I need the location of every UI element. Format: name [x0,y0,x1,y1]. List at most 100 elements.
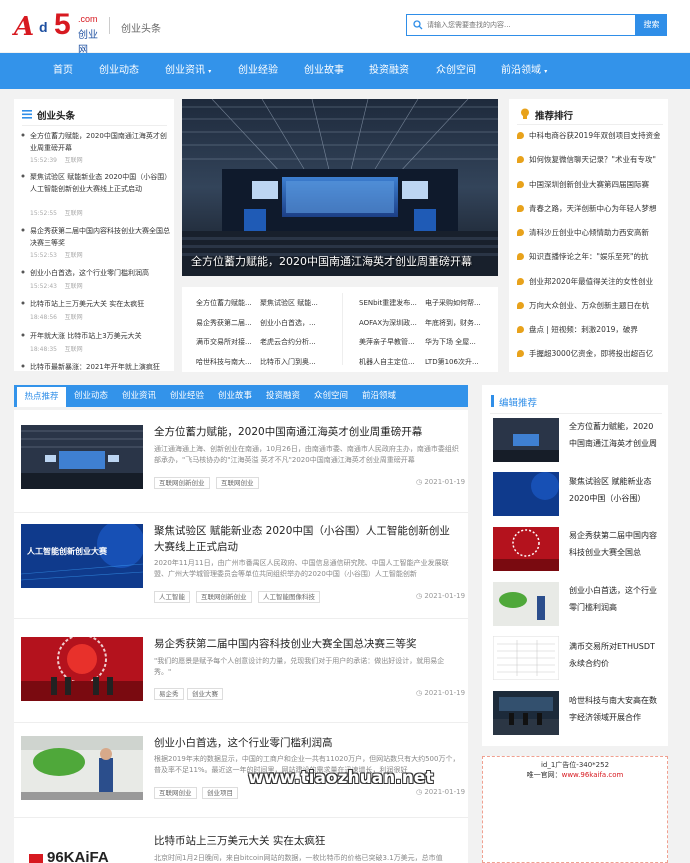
grid-link[interactable]: 电子采购如何帮... [425,298,493,308]
nav-frontier[interactable]: 前沿领域 ▾ [501,53,547,89]
grid-link[interactable]: 创业小白首选，... [260,318,326,328]
search-button[interactable]: 搜索 [636,14,667,36]
ad-slot[interactable]: id_1广告位-340*252 唯一官网：www.96kaifa.com [482,756,668,863]
grid-link[interactable]: 机器人自主定位... [359,357,427,367]
search-input[interactable] [427,18,627,32]
editor-thumbnail[interactable] [493,418,559,462]
tab-hot[interactable]: 热点推荐 [17,387,66,407]
article-title[interactable]: 聚焦试验区 赋能新业态 2020中国（小谷围）人工智能创新创业大赛线上正式启动 [154,523,460,555]
editor-item[interactable]: 哈世科技与南大安高在数字经济领域开展合作 [569,692,661,726]
nav-experience[interactable]: 创业经验 [238,53,278,89]
grid-divider [342,293,343,365]
article-tag[interactable]: 互联网创新创业 [196,591,252,603]
grid-link[interactable]: 美萍亲子早教管... [359,337,427,347]
rank-item[interactable]: 如何恢复微信聊天记录？"术业有专攻" [517,154,660,165]
article-title[interactable]: 易企秀获第二届中国内容科技创业大赛全国总决赛三等奖 [154,636,460,652]
editor-item[interactable]: 全方位蓄力赋能，2020中国南通江海英才创业周 [569,418,661,452]
tab-news[interactable]: 创业资讯 [117,385,161,407]
grid-link[interactable]: AOFAX为深圳政... [359,318,427,328]
tab-frontier[interactable]: 前沿领域 [357,385,401,407]
headline-time: 15:52:43 [30,283,57,290]
article-card: 人工智能创新创业大赛 聚焦试验区 赋能新业态 2020中国（小谷围）人工智能创新… [14,513,468,619]
ad-site-link[interactable]: www.96kaifa.com [562,771,624,779]
article-tag[interactable]: 人工智能图像科技 [258,591,320,603]
rank-item[interactable]: 万向大众创业、万众创新主题日在杭 [517,300,660,311]
header-divider [109,17,110,34]
grid-link[interactable]: 年底将到，财务... [425,318,493,328]
headline-item[interactable]: 比特币站上三万美元大关 实在太疯狂 [30,298,172,310]
editor-thumbnail[interactable] [493,582,559,626]
grid-link[interactable]: 易企秀获第二届... [196,318,258,328]
nav-stories[interactable]: 创业故事 [304,53,344,89]
editor-thumbnail[interactable] [493,636,559,680]
editor-item[interactable]: 满币交易所对ETHUSDT永续合约价 [569,638,661,672]
article-tag[interactable]: 创业项目 [202,787,238,799]
headline-item[interactable]: 比特币最新暴涨：2021年开年就上演疯狂 [30,361,172,371]
ai-contest-banner-image [493,472,559,516]
rank-item[interactable]: 清科沙丘创业中心倾情助力西安高新 [517,227,660,238]
signing-ceremony-image [493,691,559,735]
article-tag[interactable]: 互联网创业 [216,477,259,489]
article-tag[interactable]: 互联网创业 [154,787,197,799]
grid-link[interactable]: LTD第106次升... [425,357,493,367]
article-thumbnail[interactable] [21,736,143,800]
article-thumbnail[interactable] [21,637,143,701]
grid-link[interactable]: 聚焦试验区 赋能... [260,298,326,308]
grid-link[interactable]: 比特币入门到奥... [260,357,326,367]
headline-item[interactable]: 创业小白首选，这个行业零门槛利润高 [30,267,172,279]
nav-investment[interactable]: 投资融资 [369,53,409,89]
article-title[interactable]: 创业小白首选，这个行业零门槛利润高 [154,735,460,751]
rank-icon [517,205,524,212]
tab-experience[interactable]: 创业经验 [165,385,209,407]
site-logo[interactable]: A d 5 .com 创业网 [14,8,104,56]
grid-link[interactable]: 满币交易所对接... [196,337,258,347]
tab-dynamics[interactable]: 创业动态 [69,385,113,407]
article-title[interactable]: 全方位蓄力赋能，2020中国南通江海英才创业周重磅开幕 [154,424,460,440]
editor-item[interactable]: 创业小白首选，这个行业零门槛利润高 [569,582,661,616]
rank-icon [517,278,524,285]
hero-slider[interactable]: 全方位蓄力赋能，2020中国南通江海英才创业周重磅开幕 [182,99,498,276]
document-table-image [493,636,559,680]
headline-item[interactable]: 聚焦试验区 赋能新业态 2020中国（小谷围）人工智能创新创业大赛线上正式启动 [30,171,172,207]
nav-home[interactable]: 首页 [53,53,73,89]
tab-investment[interactable]: 投资融资 [261,385,305,407]
grid-link[interactable]: SENbit重建发布... [359,298,427,308]
rank-item[interactable]: 盘点 | 短视频：刺激2019，破界 [517,324,660,335]
headline-item[interactable]: 全方位蓄力赋能，2020中国南通江海英才创业周重磅开幕 [30,130,172,154]
rank-item[interactable]: 知识直播悖论之年："娱乐至死"的抗 [517,251,660,262]
editor-thumbnail[interactable] [493,472,559,516]
rank-item[interactable]: 创业邦2020年最值得关注的女性创业 [517,276,660,287]
rank-item[interactable]: 中科电商谷获2019年双创项目支持资金 [517,130,660,141]
hero-caption[interactable]: 全方位蓄力赋能，2020中国南通江海英才创业周重磅开幕 [191,253,472,269]
headline-source: 互联网 [64,346,83,353]
rank-item[interactable]: 手握超3000亿资金，即将投出超百亿 [517,348,660,359]
article-tag[interactable]: 易企秀 [154,688,184,700]
editor-item[interactable]: 易企秀获第二届中国内容科技创业大赛全国总 [569,527,661,561]
editor-item[interactable]: 聚焦试验区 赋能新业态 2020中国（小谷围） [569,473,661,507]
grid-link[interactable]: 华为下场 全屋... [425,337,493,347]
rank-label: 中科电商谷获2019年双创项目支持资金 [529,131,660,140]
rank-item[interactable]: 青春之路，天洋创新中心为年轻人梦想 [517,203,660,214]
headline-meta: 15:52:43 互联网 [30,281,83,290]
grid-link[interactable]: 老虎云合约分析... [260,337,326,347]
tab-stories[interactable]: 创业故事 [213,385,257,407]
article-title[interactable]: 比特币站上三万美元大关 实在太疯狂 [154,833,460,849]
grid-link[interactable]: 全方位蓄力赋能... [196,298,258,308]
editor-thumbnail[interactable] [493,691,559,735]
article-thumbnail[interactable]: 96KAiFA [21,832,143,863]
editor-thumbnail[interactable] [493,527,559,571]
nav-spaces[interactable]: 众创空间 [436,53,476,89]
article-tag[interactable]: 互联网创新创业 [154,477,210,489]
headline-item[interactable]: 开年就大涨 比特币站上3万美元大关 [30,330,172,342]
tab-spaces[interactable]: 众创空间 [309,385,353,407]
nav-dynamics[interactable]: 创业动态 [99,53,139,89]
article-thumbnail[interactable]: 人工智能创新创业大赛 [21,524,143,588]
nav-news[interactable]: 创业资讯 ▾ [165,53,211,89]
headline-item[interactable]: 易企秀获第二届中国内容科技创业大赛全国总决赛三等奖 [30,225,172,249]
search-box [406,14,636,36]
rank-item[interactable]: 中国深圳创新创业大赛第四届国际赛 [517,179,660,190]
article-thumbnail[interactable] [21,425,143,489]
grid-link[interactable]: 哈世科技与南大... [196,357,258,367]
article-tag[interactable]: 人工智能 [154,591,190,603]
article-tag[interactable]: 创业大赛 [187,688,223,700]
